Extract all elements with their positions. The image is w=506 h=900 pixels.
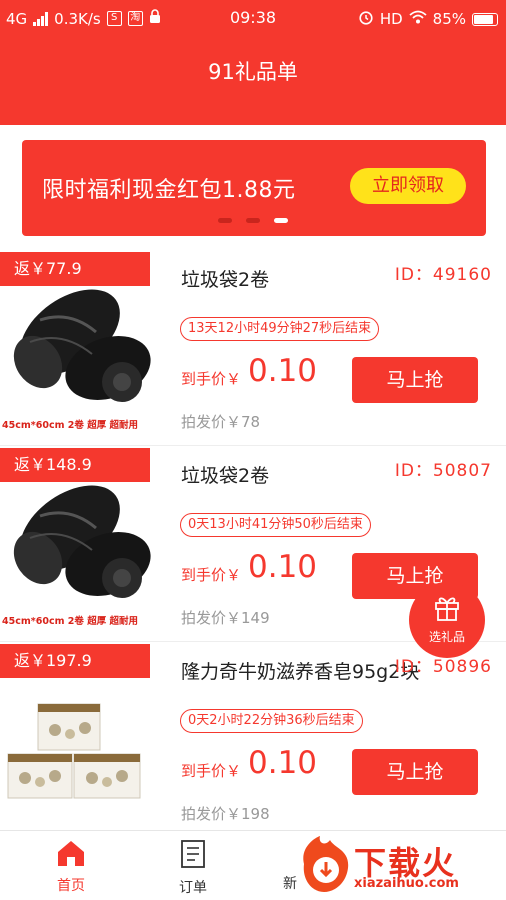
final-price-value: 0.10 [248,745,318,781]
banner-text: 限时福利现金红包1.88元 [42,178,296,203]
home-icon [56,841,86,871]
product-card[interactable]: 返￥197.9 隆力奇牛奶滋养香皂95g2块 ID：50896 0天2小时22分… [0,642,506,838]
product-list: 45cm*60cm 2卷 超厚 超耐用 返￥77.9 垃圾袋2卷 ID：4916… [0,250,506,838]
carousel-dot[interactable] [218,218,232,223]
select-gift-button[interactable]: 选礼品 [409,582,485,658]
carousel-dot-active[interactable] [274,218,288,223]
final-price-label: 到手价￥ [181,762,242,780]
battery-icon [472,12,498,26]
rebate-badge: 返￥148.9 [0,448,150,482]
final-price-label: 到手价￥ [181,566,242,584]
product-id: ID：50807 [394,461,492,481]
product-name[interactable]: 垃圾袋2卷 [181,265,269,292]
rebate-badge: 返￥197.9 [0,644,150,678]
final-price-value: 0.10 [248,353,318,389]
product-id: ID：49160 [394,265,492,285]
countdown-timer: 0天2小时22分钟36秒后结束 [180,709,363,733]
promo-banner[interactable]: 限时福利现金红包1.88元 立即领取 [22,140,486,236]
original-price: 拍发价￥198 [181,805,270,823]
tab-home-label: 首页 [57,878,85,894]
gift-icon [432,597,462,626]
image-caption: 45cm*60cm 2卷 超厚 超耐用 [2,616,139,627]
image-caption: 45cm*60cm 2卷 超厚 超耐用 [2,420,139,431]
tab-orders[interactable]: 订单 [158,839,228,897]
status-bar: 4G 0.3K/s S 淘 09:38 HD 85% [0,0,506,36]
flame-logo-icon [296,836,354,898]
claim-now-button[interactable]: 立即领取 [350,168,466,204]
countdown-timer: 0天13小时41分钟50秒后结束 [180,513,371,537]
product-name[interactable]: 隆力奇牛奶滋养香皂95g2块 [181,657,419,684]
original-price: 拍发价￥149 [181,609,270,627]
countdown-timer: 13天12小时49分钟27秒后结束 [180,317,380,341]
select-gift-label: 选礼品 [428,630,465,644]
battery-percent: 85% [432,10,466,28]
carousel-dots [218,218,288,223]
watermark: 下载火 xiazaihuo.com [296,834,502,896]
final-price-label: 到手价￥ [181,370,242,388]
page-title: 91礼品单 [208,60,298,84]
document-icon [180,840,206,873]
carousel-dot[interactable] [246,218,260,223]
original-price: 拍发价￥78 [181,413,261,431]
tab-orders-label: 订单 [179,880,207,896]
product-name[interactable]: 垃圾袋2卷 [181,461,269,488]
final-price-value: 0.10 [248,549,318,585]
product-card[interactable]: 45cm*60cm 2卷 超厚 超耐用 返￥77.9 垃圾袋2卷 ID：4916… [0,250,506,446]
watermark-url: xiazaihuo.com [354,876,459,891]
rebate-badge: 返￥77.9 [0,252,150,286]
alarm-icon [358,9,374,29]
grab-now-button[interactable]: 马上抢 [352,749,478,795]
grab-now-button[interactable]: 马上抢 [352,357,478,403]
hd-indicator: HD [379,10,403,28]
wifi-icon [409,10,427,28]
tab-home[interactable]: 首页 [36,839,106,895]
